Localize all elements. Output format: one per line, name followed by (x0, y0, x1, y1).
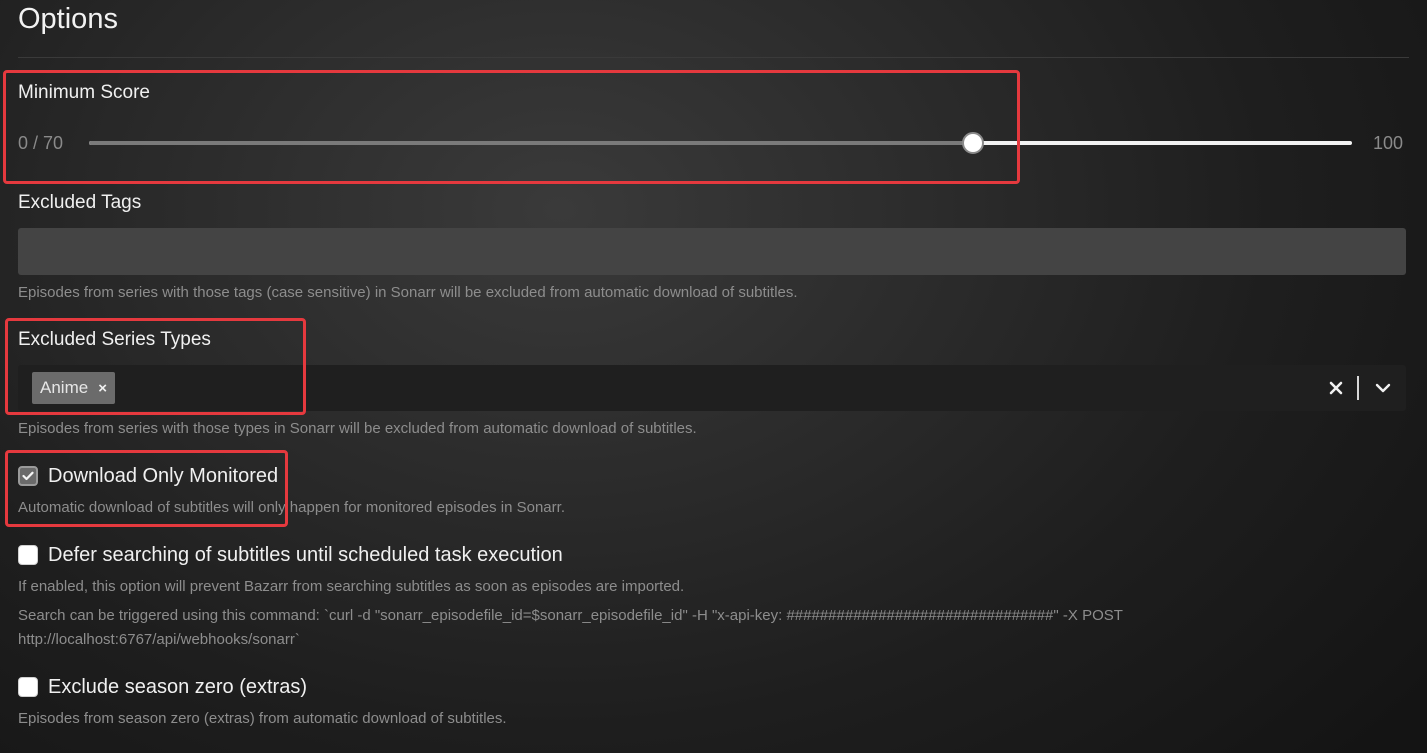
excluded-series-types-select[interactable]: Anime × (18, 365, 1406, 411)
close-icon[interactable] (1326, 376, 1346, 400)
exclude-season-zero-label: Exclude season zero (extras) (48, 676, 308, 698)
defer-searching-command: Search can be triggered using this comma… (18, 607, 1123, 624)
chevron-down-icon[interactable] (1371, 376, 1395, 400)
defer-searching-description: If enabled, this option will prevent Baz… (18, 578, 685, 595)
section-divider (18, 57, 1409, 58)
excluded-tags-input[interactable] (18, 228, 1406, 275)
minimum-score-slider[interactable] (89, 132, 1352, 154)
slider-thumb[interactable] (962, 132, 985, 154)
check-icon (22, 471, 34, 481)
download-only-monitored-checkbox[interactable] (18, 466, 38, 486)
exclude-season-zero-description: Episodes from season zero (extras) from … (18, 710, 507, 727)
exclude-season-zero-checkbox[interactable] (18, 677, 38, 697)
excluded-tags-description: Episodes from series with those tags (ca… (18, 284, 798, 301)
minimum-score-label: Minimum Score (18, 82, 150, 103)
minimum-score-max: 100 (1373, 133, 1404, 153)
defer-searching-checkbox[interactable] (18, 545, 38, 565)
excluded-tags-label: Excluded Tags (18, 192, 142, 213)
slider-fill (89, 141, 974, 145)
defer-searching-label: Defer searching of subtitles until sched… (48, 544, 563, 566)
highlight-box-minimum-score (3, 70, 1020, 184)
minimum-score-value: 0 / 70 (18, 133, 64, 153)
selected-chip-anime: Anime × (32, 372, 115, 404)
excluded-series-types-label: Excluded Series Types (18, 329, 211, 350)
select-separator (1357, 376, 1359, 400)
chip-label: Anime (40, 378, 89, 397)
section-title: Options (18, 3, 118, 35)
excluded-series-types-description: Episodes from series with those types in… (18, 420, 697, 437)
chip-remove-icon[interactable]: × (98, 380, 107, 397)
defer-searching-command-url: http://localhost:6767/api/webhooks/sonar… (18, 631, 300, 648)
download-only-monitored-description: Automatic download of subtitles will onl… (18, 499, 565, 516)
download-only-monitored-label: Download Only Monitored (48, 465, 279, 487)
